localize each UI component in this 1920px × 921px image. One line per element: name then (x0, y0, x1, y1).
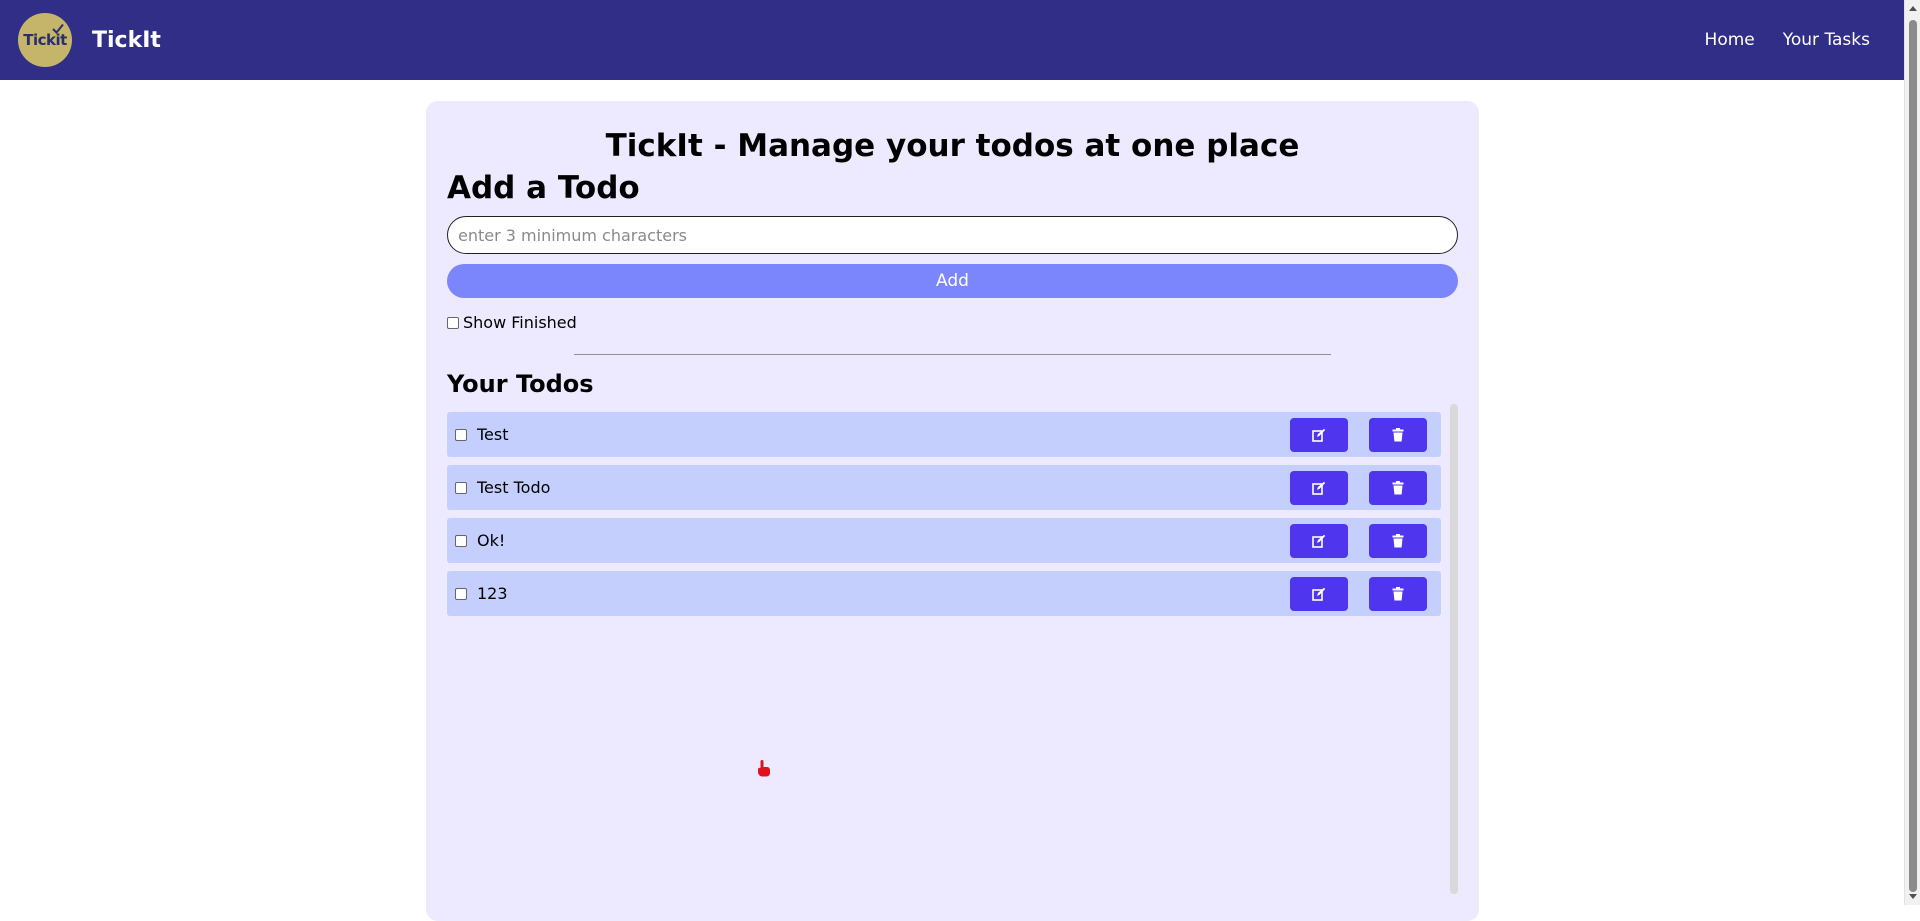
todo-item: Test Todo (447, 465, 1441, 510)
brand-name[interactable]: TickIt (92, 28, 161, 53)
scroll-down-arrow-icon[interactable] (1909, 894, 1917, 899)
check-icon (52, 23, 64, 34)
todo-text: 123 (477, 584, 508, 603)
todo-text: Test (477, 425, 509, 444)
scrollbar-thumb[interactable] (1909, 20, 1917, 892)
edit-button[interactable] (1290, 417, 1348, 452)
todo-list-scrollbar[interactable] (1450, 404, 1458, 894)
todo-input[interactable] (447, 216, 1458, 254)
todo-item: Ok! (447, 518, 1441, 563)
nav-links: Home Your Tasks (1705, 30, 1870, 50)
nav-link-home[interactable]: Home (1705, 30, 1755, 50)
edit-button[interactable] (1290, 576, 1348, 611)
todo-item: Test (447, 412, 1441, 457)
trash-icon (1392, 586, 1404, 600)
show-finished-checkbox[interactable] (447, 316, 459, 329)
navbar: Tickit TickIt Home Your Tasks (0, 0, 1904, 80)
show-finished-toggle[interactable]: Show Finished (447, 313, 1458, 332)
divider (574, 354, 1331, 355)
edit-icon (1312, 534, 1326, 548)
todo-text: Test Todo (477, 478, 551, 497)
add-button[interactable]: Add (447, 264, 1458, 298)
todo-list-container[interactable]: Test Test Todo Ok! 123 (447, 404, 1458, 894)
your-todos-heading: Your Todos (447, 370, 594, 398)
delete-button[interactable] (1369, 470, 1427, 505)
todo-checkbox[interactable] (455, 428, 467, 441)
todo-card: TickIt - Manage your todos at one place … (426, 101, 1479, 921)
trash-icon (1392, 533, 1404, 547)
todo-checkbox[interactable] (455, 534, 467, 547)
edit-icon (1312, 587, 1326, 601)
scroll-up-arrow-icon[interactable] (1909, 6, 1917, 11)
edit-button[interactable] (1290, 470, 1348, 505)
edit-button[interactable] (1290, 523, 1348, 558)
delete-button[interactable] (1369, 417, 1427, 452)
brand[interactable]: Tickit TickIt (18, 13, 161, 67)
trash-icon (1392, 480, 1404, 494)
show-finished-label: Show Finished (463, 313, 577, 332)
todo-item: 123 (447, 571, 1441, 616)
nav-link-your-tasks[interactable]: Your Tasks (1783, 30, 1870, 50)
delete-button[interactable] (1369, 576, 1427, 611)
trash-icon (1392, 427, 1404, 441)
edit-icon (1312, 428, 1326, 442)
delete-button[interactable] (1369, 523, 1427, 558)
todo-checkbox[interactable] (455, 481, 467, 494)
todo-list: Test Test Todo Ok! 123 (447, 412, 1441, 624)
todo-text: Ok! (477, 531, 506, 550)
edit-icon (1312, 481, 1326, 495)
page-title: TickIt - Manage your todos at one place (605, 128, 1300, 164)
todo-checkbox[interactable] (455, 587, 467, 600)
pointer-cursor-icon (758, 760, 770, 777)
add-todo-heading: Add a Todo (447, 170, 640, 206)
logo[interactable]: Tickit (18, 13, 72, 67)
page-scrollbar[interactable] (1904, 0, 1920, 905)
